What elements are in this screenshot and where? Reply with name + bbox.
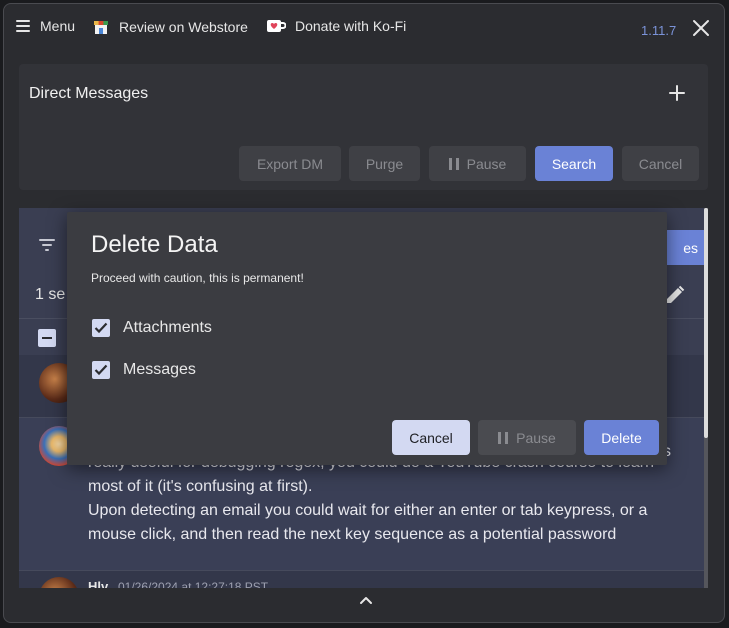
checkmark-icon xyxy=(94,364,108,376)
export-dm-button[interactable]: Export DM xyxy=(239,146,341,181)
edit-icon[interactable] xyxy=(664,284,686,306)
delete-button[interactable]: Delete xyxy=(584,420,659,455)
dm-title: Direct Messages xyxy=(29,85,149,102)
messages-option[interactable]: Messages xyxy=(92,361,196,379)
dialog-pause-label: Pause xyxy=(516,429,556,446)
menu-button[interactable]: Menu xyxy=(16,18,75,34)
pause-button[interactable]: Pause xyxy=(429,146,526,181)
dialog-pause-button[interactable]: Pause xyxy=(478,420,576,455)
purge-label: Purge xyxy=(365,155,404,172)
version-label: 1.11.7 xyxy=(641,23,677,38)
checkmark-icon xyxy=(94,322,108,334)
delete-label: Delete xyxy=(601,429,642,446)
filter-icon[interactable] xyxy=(38,238,56,252)
dialog-cancel-label: Cancel xyxy=(409,429,453,446)
search-label: Search xyxy=(551,155,597,172)
dialog-title: Delete Data xyxy=(91,231,218,258)
delete-data-dialog: Delete Data Proceed with caution, this i… xyxy=(67,212,667,465)
app-window: Menu Review on Webstore Donate with Ko-F… xyxy=(3,3,725,623)
selected-count: 1 se xyxy=(35,286,66,303)
direct-messages-panel: Direct Messages Export DM Purge Pause Se… xyxy=(19,64,708,190)
messages-checkbox[interactable] xyxy=(92,361,110,379)
message-author: Hlv xyxy=(88,579,109,588)
menu-label: Menu xyxy=(40,18,76,34)
pause-label: Pause xyxy=(466,155,507,172)
message-line: mouse click, and then read the next key … xyxy=(88,526,617,543)
purge-button[interactable]: Purge xyxy=(349,146,420,181)
avatar xyxy=(39,577,79,588)
dialog-cancel-button[interactable]: Cancel xyxy=(392,420,470,455)
attachments-checkbox[interactable] xyxy=(92,319,110,337)
message-line: most of it (it's confusing at first). xyxy=(88,478,313,495)
message-body: really useful for debugging regex, you c… xyxy=(88,451,688,547)
webstore-icon xyxy=(94,21,108,34)
chevron-up-icon[interactable] xyxy=(358,594,374,606)
donate-kofi-link[interactable]: Donate with Ko-Fi xyxy=(266,18,406,34)
cancel-button[interactable]: Cancel xyxy=(622,146,699,181)
cancel-label: Cancel xyxy=(638,155,683,172)
top-bar: Menu Review on Webstore Donate with Ko-F… xyxy=(4,4,724,56)
add-icon[interactable] xyxy=(667,83,687,103)
message-timestamp: 01/26/2024 at 12:27:18 PST xyxy=(118,580,269,588)
scrollbar-thumb[interactable] xyxy=(704,208,708,438)
close-icon[interactable] xyxy=(691,18,711,38)
pause-icon xyxy=(448,157,459,170)
kofi-label: Donate with Ko-Fi xyxy=(295,18,407,34)
webstore-label: Review on Webstore xyxy=(119,19,248,35)
table-row[interactable]: Hlv 01/26/2024 at 12:27:18 PST xyxy=(19,571,708,588)
kofi-cup-icon xyxy=(267,20,286,32)
export-dm-label: Export DM xyxy=(256,155,324,172)
messages-label: Messages xyxy=(123,361,196,378)
review-webstore-link[interactable]: Review on Webstore xyxy=(92,18,248,36)
attachments-option[interactable]: Attachments xyxy=(92,319,212,337)
attachments-label: Attachments xyxy=(123,319,212,336)
search-button[interactable]: Search xyxy=(535,146,613,181)
pause-icon xyxy=(498,431,509,444)
select-all-checkbox[interactable] xyxy=(38,329,56,347)
messages-action-label: es xyxy=(683,239,698,256)
message-line: Upon detecting an email you could wait f… xyxy=(88,502,648,519)
dialog-subtitle: Proceed with caution, this is permanent! xyxy=(91,271,304,285)
hamburger-icon xyxy=(16,20,30,32)
